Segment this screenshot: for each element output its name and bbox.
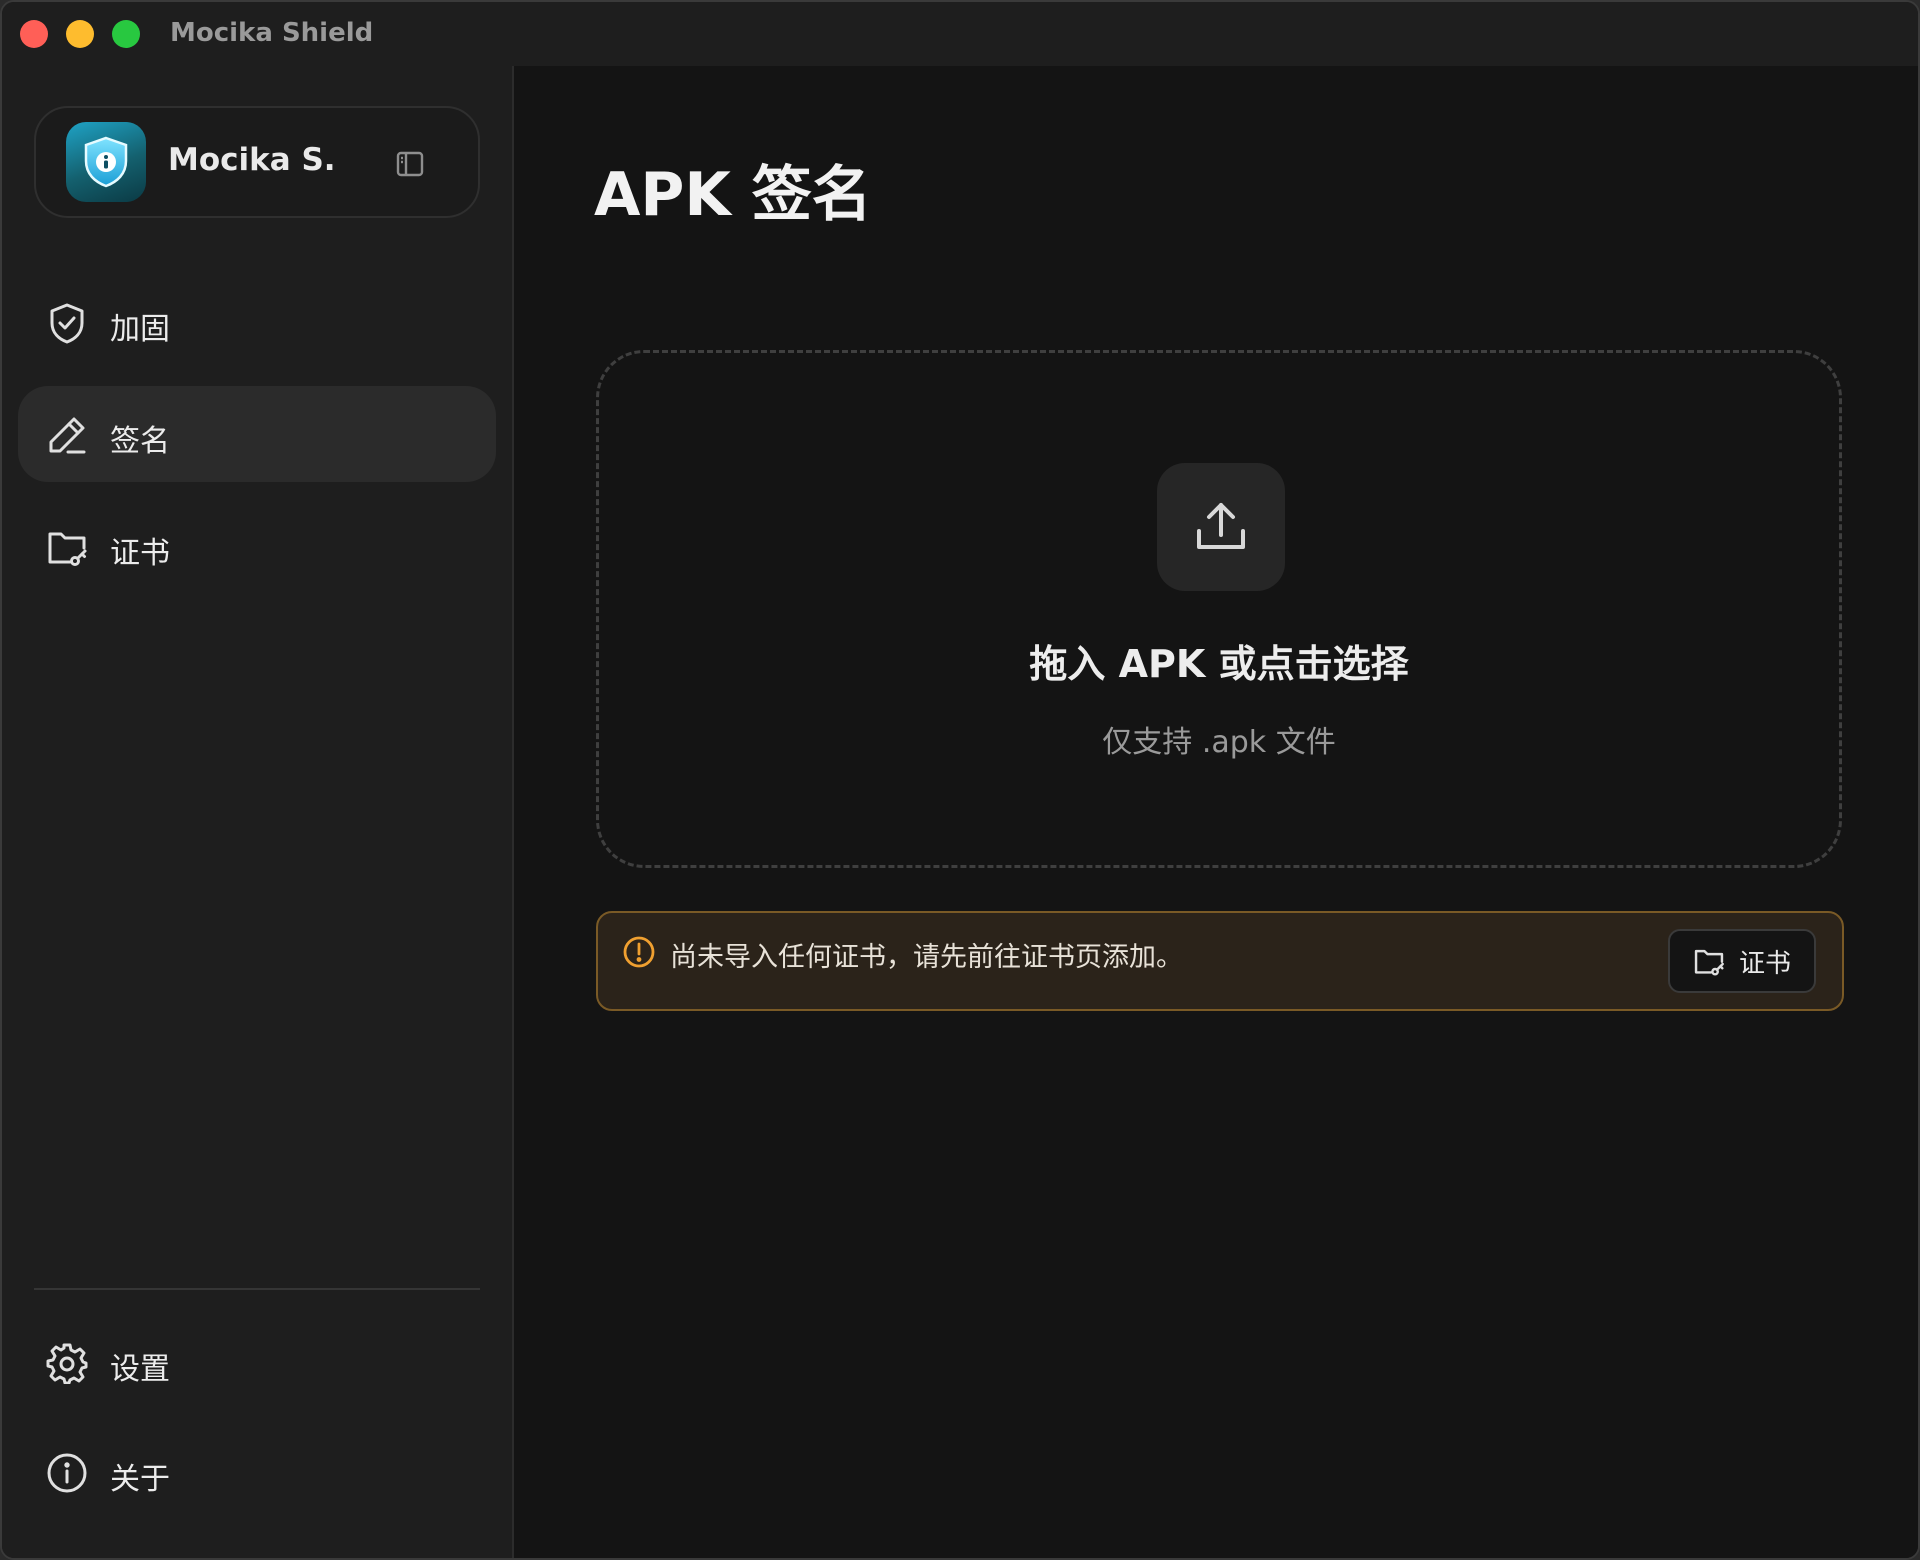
sidebar-item-label: 加固 xyxy=(110,312,170,347)
folder-key-icon xyxy=(1694,949,1724,976)
app-logo xyxy=(66,122,146,202)
shield-info-icon xyxy=(84,136,128,188)
main-content: APK 签名 拖入 APK 或点击选择 仅支持 .apk 文件 尚未导入任何证书… xyxy=(516,66,1918,1558)
alert-circle-icon xyxy=(623,936,655,968)
maximize-window-button[interactable] xyxy=(112,20,140,48)
sidebar-divider xyxy=(34,1288,480,1290)
sidebar: Mocika S... 加固 签名 xyxy=(2,66,514,1558)
window-title: Mocika Shield xyxy=(170,18,374,48)
dropzone-title: 拖入 APK 或点击选择 xyxy=(1029,642,1409,686)
sidebar-item-label: 设置 xyxy=(110,1352,170,1387)
pen-icon xyxy=(49,417,86,454)
no-certificate-warning: 尚未导入任何证书，请先前往证书页添加。 证书 xyxy=(596,911,1844,1011)
sidebar-item-label: 关于 xyxy=(110,1462,170,1497)
upload-icon xyxy=(1197,503,1245,549)
shield-check-icon xyxy=(50,303,84,344)
app-name: Mocika S... xyxy=(168,142,338,178)
folder-key-icon xyxy=(48,532,87,566)
app-header-card: Mocika S... xyxy=(34,106,480,218)
sidebar-item-label: 签名 xyxy=(110,424,170,459)
sidebar-toggle-icon xyxy=(396,151,424,177)
sidebar-item-sign[interactable]: 签名 xyxy=(18,386,496,482)
button-label: 证书 xyxy=(1738,948,1791,979)
app-window: Mocika Shield Mocika S... xyxy=(0,0,1920,1560)
dropzone-subtitle: 仅支持 .apk 文件 xyxy=(1102,725,1336,760)
upload-icon-box xyxy=(1157,463,1285,591)
gear-icon xyxy=(46,1343,88,1384)
sidebar-item-about[interactable]: 关于 xyxy=(18,1424,496,1520)
sidebar-toggle-button[interactable] xyxy=(392,146,428,182)
sidebar-item-label: 证书 xyxy=(110,536,170,571)
close-window-button[interactable] xyxy=(20,20,48,48)
go-to-certificates-button[interactable]: 证书 xyxy=(1668,929,1816,993)
page-title: APK 签名 xyxy=(594,160,872,230)
minimize-window-button[interactable] xyxy=(66,20,94,48)
sidebar-item-certificates[interactable]: 证书 xyxy=(18,498,496,594)
apk-dropzone[interactable]: 拖入 APK 或点击选择 仅支持 .apk 文件 xyxy=(596,350,1842,868)
info-icon xyxy=(47,1453,87,1493)
title-bar: Mocika Shield xyxy=(2,2,1918,66)
sidebar-item-settings[interactable]: 设置 xyxy=(18,1314,496,1410)
sidebar-item-harden[interactable]: 加固 xyxy=(18,274,496,370)
warning-text: 尚未导入任何证书，请先前往证书页添加。 xyxy=(670,942,1183,973)
